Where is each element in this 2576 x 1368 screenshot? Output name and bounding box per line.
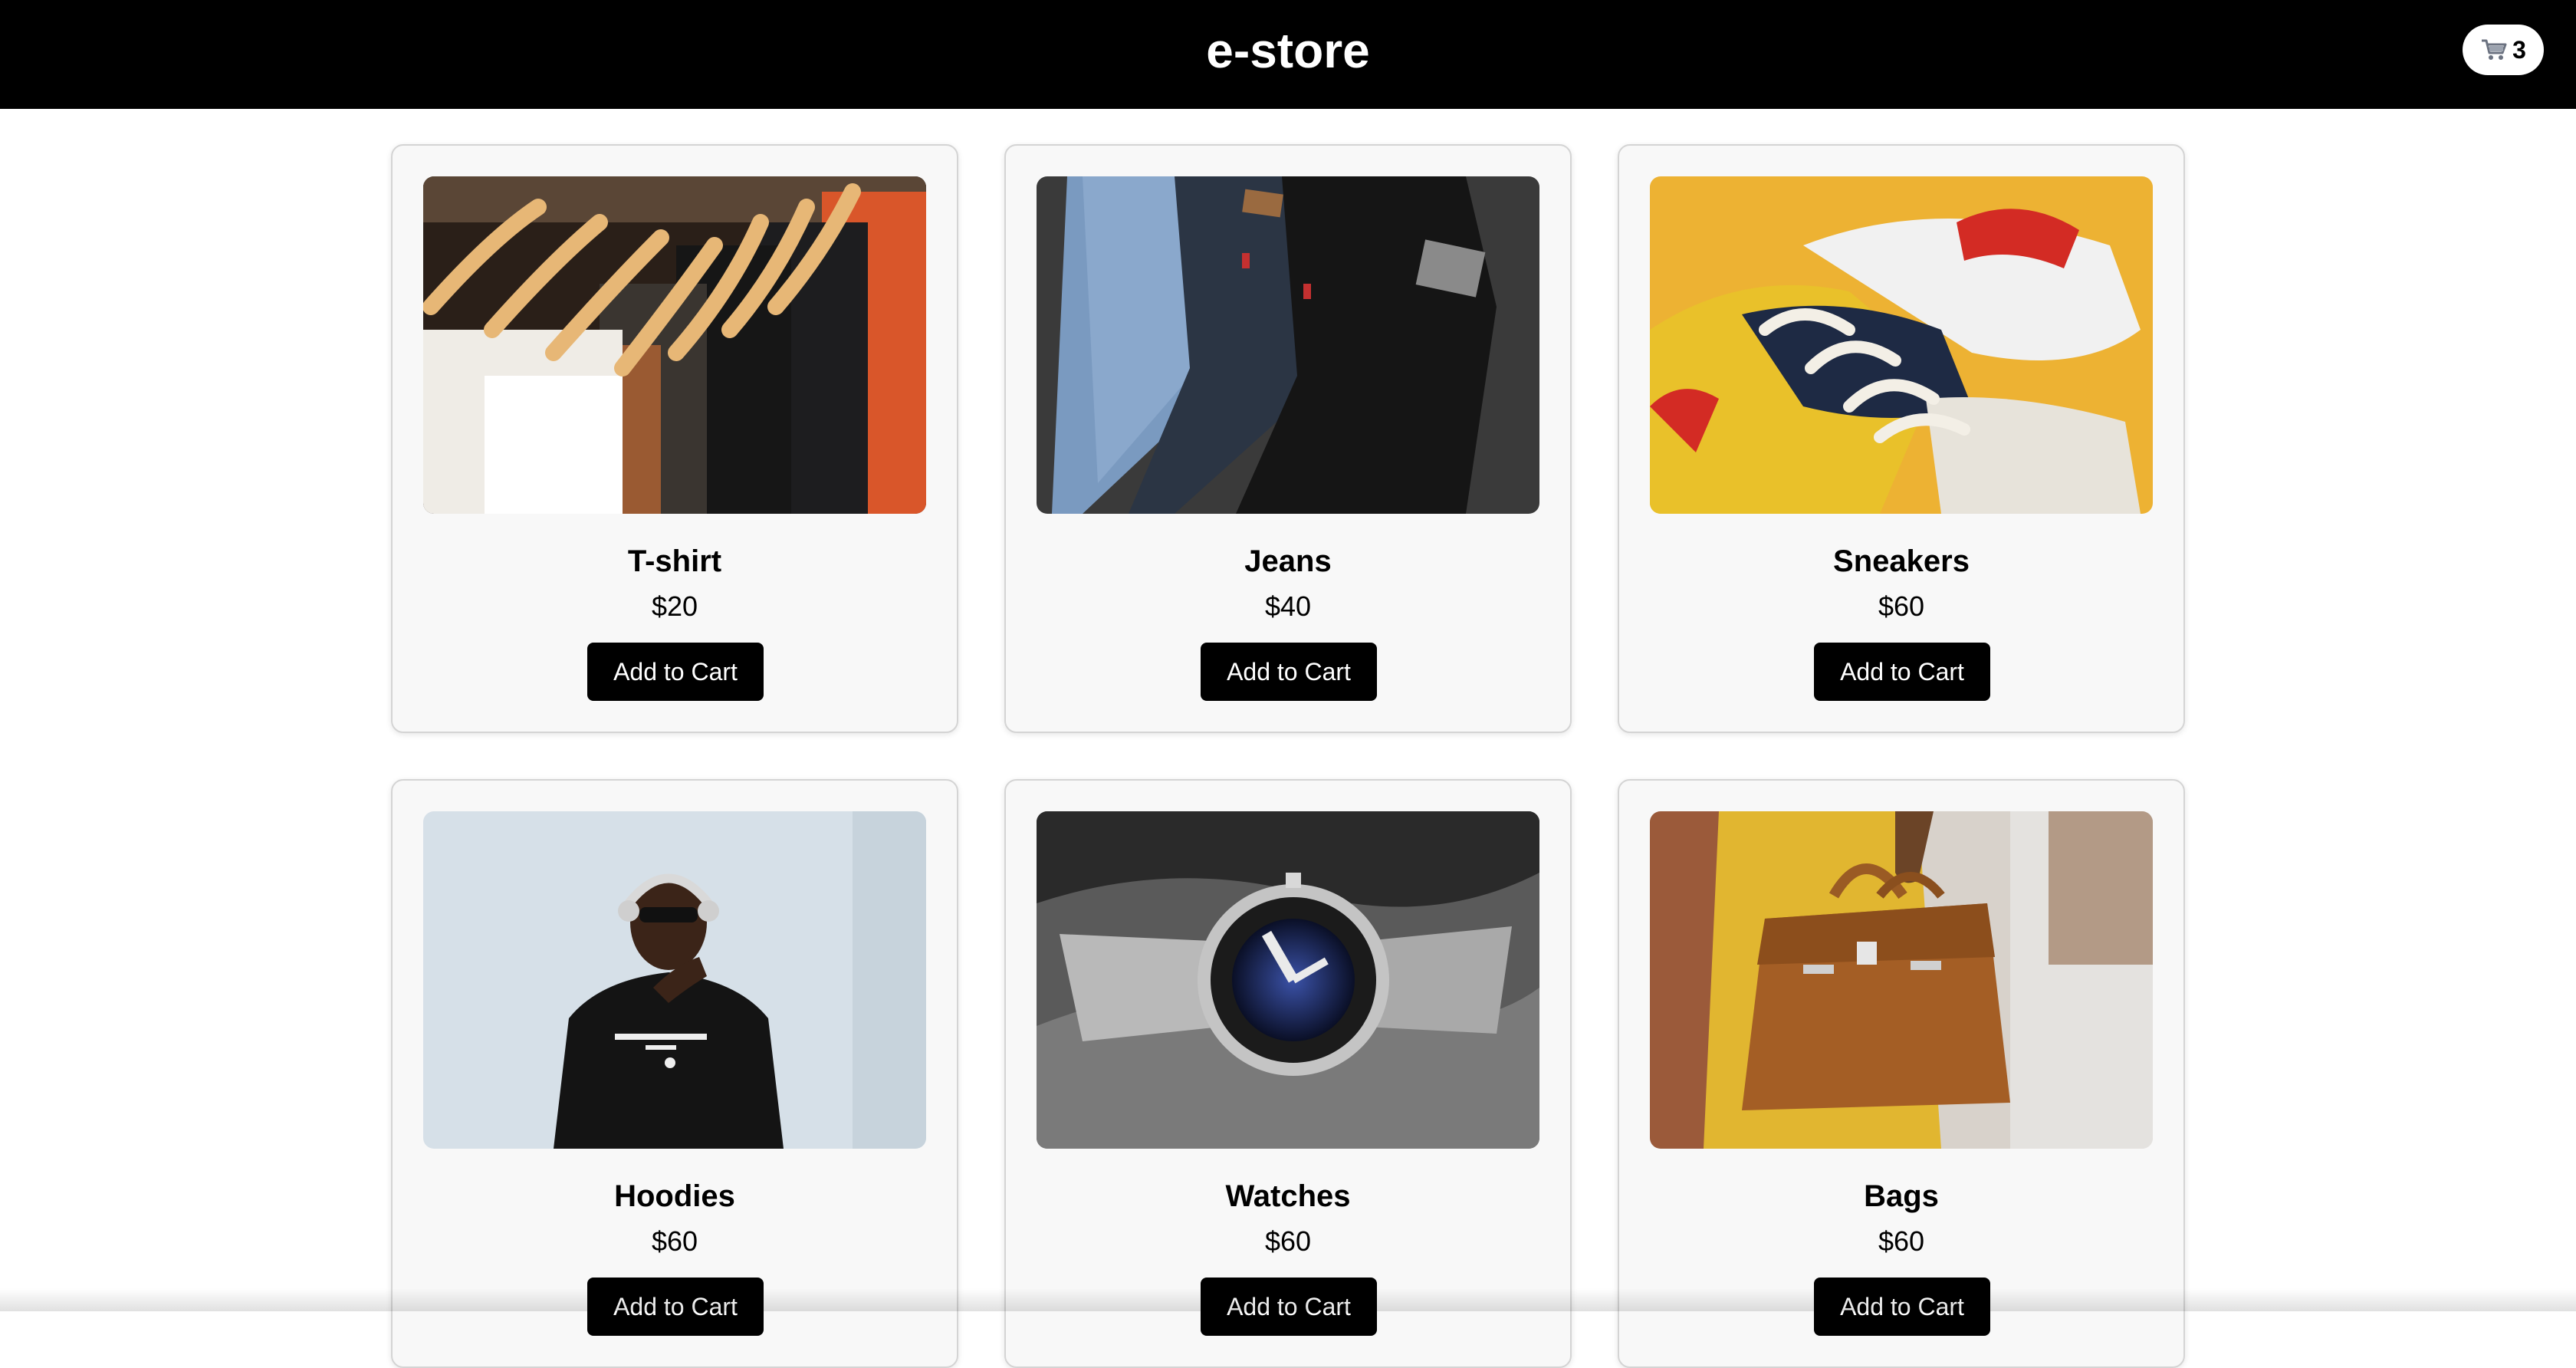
product-name: Jeans (1244, 544, 1332, 578)
product-image-watches (1037, 811, 1539, 1149)
product-card-tshirt: T-shirt $20 Add to Cart (391, 144, 958, 733)
add-to-cart-button[interactable]: Add to Cart (587, 643, 764, 701)
cart-count: 3 (2512, 35, 2526, 64)
cart-button[interactable]: 3 (2463, 25, 2544, 75)
product-price: $40 (1264, 590, 1312, 622)
product-grid: T-shirt $20 Add to Cart Jeans $40 Add to… (391, 144, 2185, 1368)
product-price: $60 (651, 1225, 698, 1257)
product-image-sneakers (1650, 176, 2153, 514)
product-image-jeans (1037, 176, 1539, 514)
product-image-hoodies (423, 811, 926, 1149)
product-card-sneakers: Sneakers $60 Add to Cart (1618, 144, 2185, 733)
add-to-cart-button[interactable]: Add to Cart (1814, 643, 1990, 701)
top-bar: e-store 3 (0, 0, 2576, 109)
product-name: Watches (1225, 1179, 1351, 1213)
product-image-bags (1650, 811, 2153, 1149)
product-image-tshirt (423, 176, 926, 514)
product-price: $60 (1878, 590, 1925, 622)
product-name: Bags (1864, 1179, 1939, 1213)
product-name: T-shirt (627, 544, 722, 578)
product-price: $20 (651, 590, 698, 622)
product-name: Sneakers (1833, 544, 1970, 578)
bottom-scroll-shadow (0, 1288, 2576, 1311)
product-card-bags: Bags $60 Add to Cart (1618, 779, 2185, 1368)
product-card-watches: Watches $60 Add to Cart (1004, 779, 1572, 1368)
product-price: $60 (1878, 1225, 1925, 1257)
cart-icon (2480, 38, 2508, 62)
add-to-cart-button[interactable]: Add to Cart (1201, 643, 1377, 701)
product-card-hoodies: Hoodies $60 Add to Cart (391, 779, 958, 1368)
product-card-jeans: Jeans $40 Add to Cart (1004, 144, 1572, 733)
product-price: $60 (1264, 1225, 1312, 1257)
product-name: Hoodies (614, 1179, 735, 1213)
store-title: e-store (1206, 23, 1370, 78)
